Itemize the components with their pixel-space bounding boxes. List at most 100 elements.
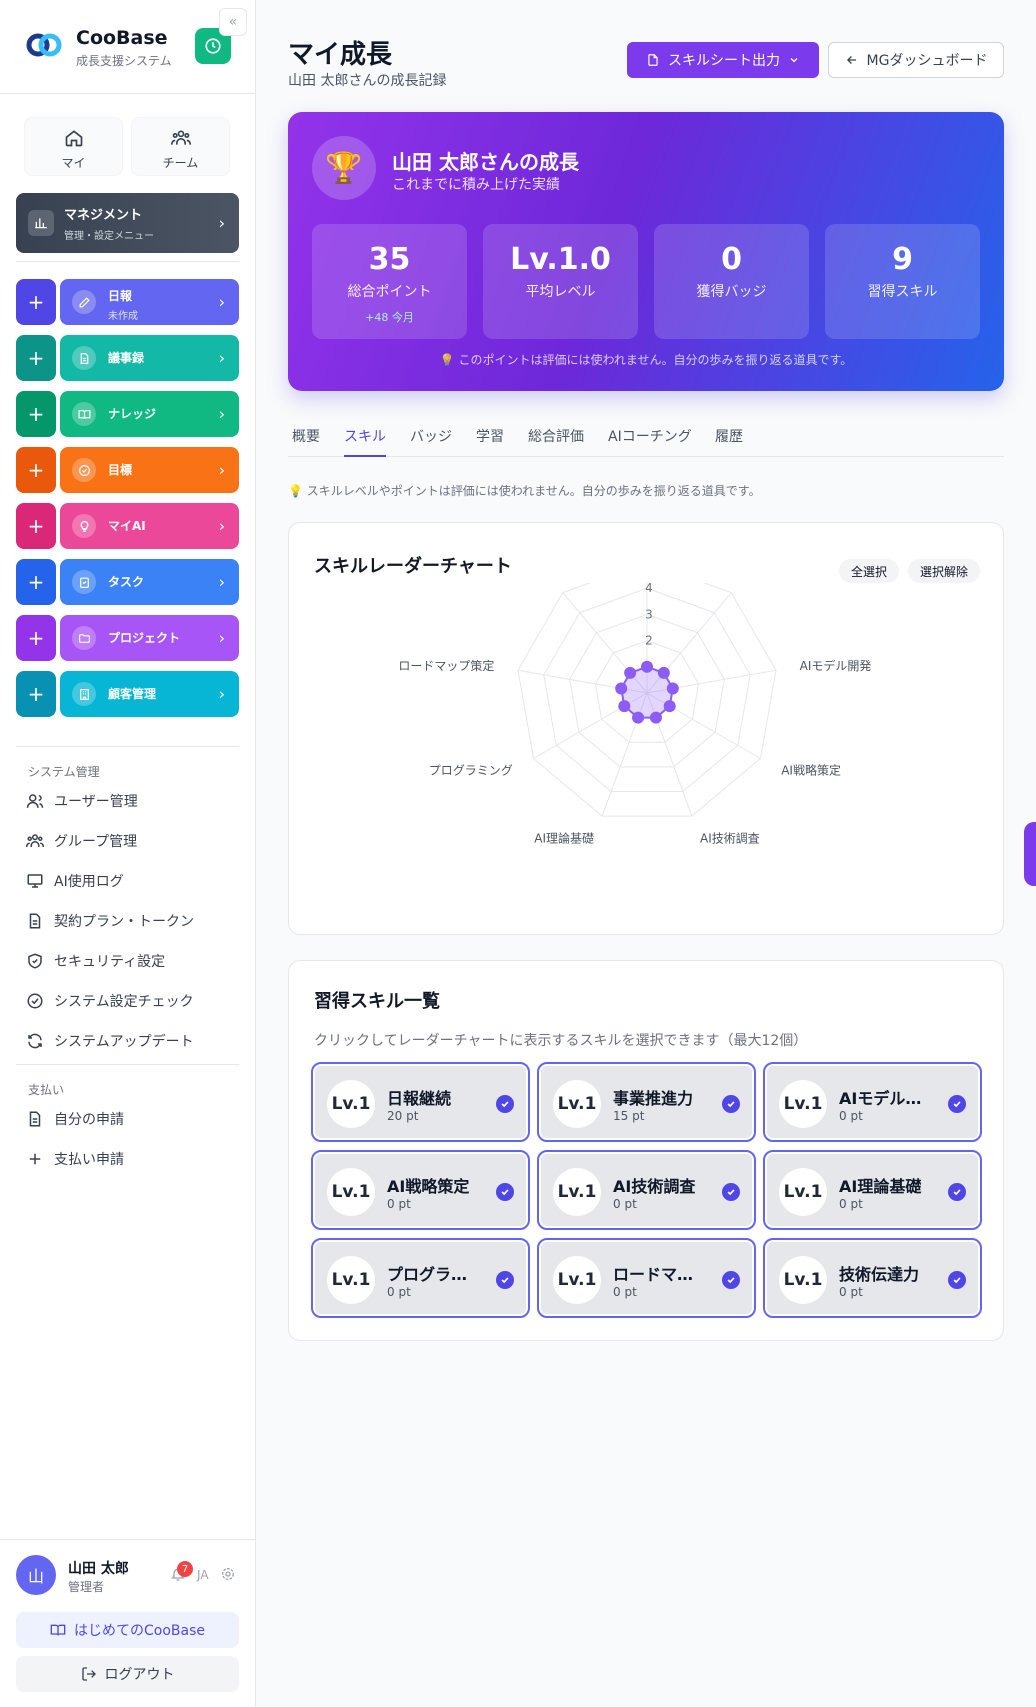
check-icon (496, 1271, 514, 1289)
brand-header: CooBase 成長支援システム « (0, 0, 256, 94)
file-icon (648, 54, 658, 66)
app-button[interactable]: 顧客管理 › (60, 671, 239, 717)
skill-level: Lv.1 (779, 1080, 827, 1128)
skill-points: 20 pt (387, 1109, 419, 1123)
quick-add-button[interactable]: + (16, 391, 56, 437)
growth-summary-card: 🏆 山田 太郎さんの成長 これまでに積み上げた実績 35 総合ポイント +48 … (288, 112, 1004, 391)
skill-card[interactable]: Lv.1 事業推進力 15 pt (537, 1062, 756, 1142)
app-button[interactable]: プロジェクト › (60, 615, 239, 661)
check-icon (722, 1271, 740, 1289)
management-title: マネジメント (64, 208, 143, 223)
app-row: + 日報 未作成 › (16, 279, 239, 325)
skill-name: 技術伝達力 (839, 1265, 920, 1284)
mg-dashboard-label: MGダッシュボード (866, 53, 988, 69)
quick-add-button[interactable]: + (16, 335, 56, 381)
radar-data-point (615, 682, 628, 695)
skill-card[interactable]: Lv.1 技術伝達力 0 pt (763, 1238, 982, 1318)
menu-item[interactable]: 支払い申請 (26, 1146, 236, 1172)
quick-add-button[interactable]: + (16, 279, 56, 325)
gear-icon[interactable] (220, 1566, 236, 1582)
quick-add-button[interactable]: + (16, 671, 56, 717)
tab[interactable]: 総合評価 (528, 426, 584, 457)
quick-add-button[interactable]: + (16, 447, 56, 493)
app-button[interactable]: 日報 未作成 › (60, 279, 239, 325)
app-label: 目標 (108, 463, 133, 477)
mg-dashboard-button[interactable]: MGダッシュボード (828, 42, 1004, 78)
quick-add-button[interactable]: + (16, 503, 56, 549)
tab[interactable]: 概要 (292, 426, 320, 457)
export-skill-sheet-button[interactable]: スキルシート出力 (627, 42, 819, 78)
book-icon (72, 402, 96, 426)
getting-started-button[interactable]: はじめてのCooBase (16, 1612, 239, 1648)
export-label: スキルシート出力 (668, 53, 780, 69)
double-chevron-left-icon: « (228, 14, 238, 30)
skill-card[interactable]: Lv.1 プログラ… 0 pt (311, 1238, 530, 1318)
skill-level: Lv.1 (553, 1080, 601, 1128)
menu-item[interactable]: 契約プラン・トークン (26, 908, 236, 934)
app-button[interactable]: ナレッジ › (60, 391, 239, 437)
plus-icon: + (27, 402, 45, 426)
lightbulb-icon: 💡 (439, 353, 459, 367)
radar-data-point (649, 711, 662, 724)
skill-card[interactable]: Lv.1 日報継続 20 pt (311, 1062, 530, 1142)
check-icon (722, 1095, 740, 1113)
skill-card[interactable]: Lv.1 AI戦略策定 0 pt (311, 1150, 530, 1230)
check-icon (496, 1183, 514, 1201)
app-row: + 目標 › (16, 447, 239, 493)
quick-add-button[interactable]: + (16, 615, 56, 661)
menu-item[interactable]: AI使用ログ (26, 868, 236, 894)
coobase-logo-icon (26, 33, 62, 57)
nav-tile-team[interactable]: チーム (131, 117, 230, 176)
radar-tick-label: 4 (645, 583, 653, 595)
nav-tile-my[interactable]: マイ (24, 117, 123, 176)
select-all-button[interactable]: 全選択 (839, 559, 899, 583)
skill-card[interactable]: Lv.1 AI理論基礎 0 pt (763, 1150, 982, 1230)
skill-card[interactable]: Lv.1 AIモデル… 0 pt (763, 1062, 982, 1142)
tab[interactable]: 学習 (476, 426, 504, 457)
quick-add-button[interactable]: + (16, 559, 56, 605)
side-panel-tab[interactable] (1024, 822, 1036, 886)
stat-value: 35 (368, 242, 411, 277)
skill-card[interactable]: Lv.1 ロードマ… 0 pt (537, 1238, 756, 1318)
menu-item-label: AI使用ログ (54, 874, 124, 890)
collapse-sidebar-button[interactable]: « (219, 8, 247, 36)
deselect-all-button[interactable]: 選択解除 (908, 559, 980, 583)
logout-button[interactable]: ログアウト (16, 1656, 239, 1692)
tab[interactable]: 履歴 (715, 426, 743, 457)
menu-item[interactable]: 自分の申請 (26, 1106, 236, 1132)
menu-item-label: グループ管理 (54, 834, 138, 850)
check-icon (722, 1183, 740, 1201)
skill-points: 0 pt (387, 1197, 411, 1211)
skill-card[interactable]: Lv.1 AI技術調査 0 pt (537, 1150, 756, 1230)
app-button[interactable]: 目標 › (60, 447, 239, 493)
radar-data-point (641, 660, 653, 673)
chevron-right-icon: › (218, 572, 225, 592)
menu-item[interactable]: システムアップデート (26, 1028, 236, 1054)
hero-title: 山田 太郎さんの成長 (392, 150, 579, 174)
payment-section-title: 支払い (28, 1083, 65, 1097)
avatar[interactable]: 山 (16, 1555, 56, 1595)
menu-item[interactable]: セキュリティ設定 (26, 948, 236, 974)
plus-icon: + (27, 514, 45, 538)
menu-item-label: セキュリティ設定 (54, 954, 166, 970)
chevron-right-icon: › (218, 404, 225, 424)
plus-icon: + (27, 458, 45, 482)
document-icon (72, 346, 96, 370)
nav-tile-label: チーム (162, 156, 199, 170)
app-button[interactable]: マイAI › (60, 503, 239, 549)
menu-item[interactable]: システム設定チェック (26, 988, 236, 1014)
radar-category-label: AI戦略策定 (781, 763, 841, 778)
menu-item[interactable]: ユーザー管理 (26, 788, 236, 814)
stat-monthly-delta: +48 今月 (365, 311, 414, 324)
management-menu-button[interactable]: マネジメント 管理・設定メニュー › (16, 193, 239, 253)
app-button[interactable]: 議事録 › (60, 335, 239, 381)
radar-category-label: ロードマップ策定 (398, 658, 494, 673)
tab[interactable]: バッジ (410, 426, 452, 457)
tab[interactable]: AIコーチング (608, 426, 692, 457)
check-icon (948, 1095, 966, 1113)
menu-item[interactable]: グループ管理 (26, 828, 236, 854)
trophy-icon: 🏆 (312, 136, 376, 200)
tab[interactable]: スキル (344, 426, 386, 457)
app-button[interactable]: タスク › (60, 559, 239, 605)
language-switch[interactable]: JA (197, 1568, 209, 1582)
